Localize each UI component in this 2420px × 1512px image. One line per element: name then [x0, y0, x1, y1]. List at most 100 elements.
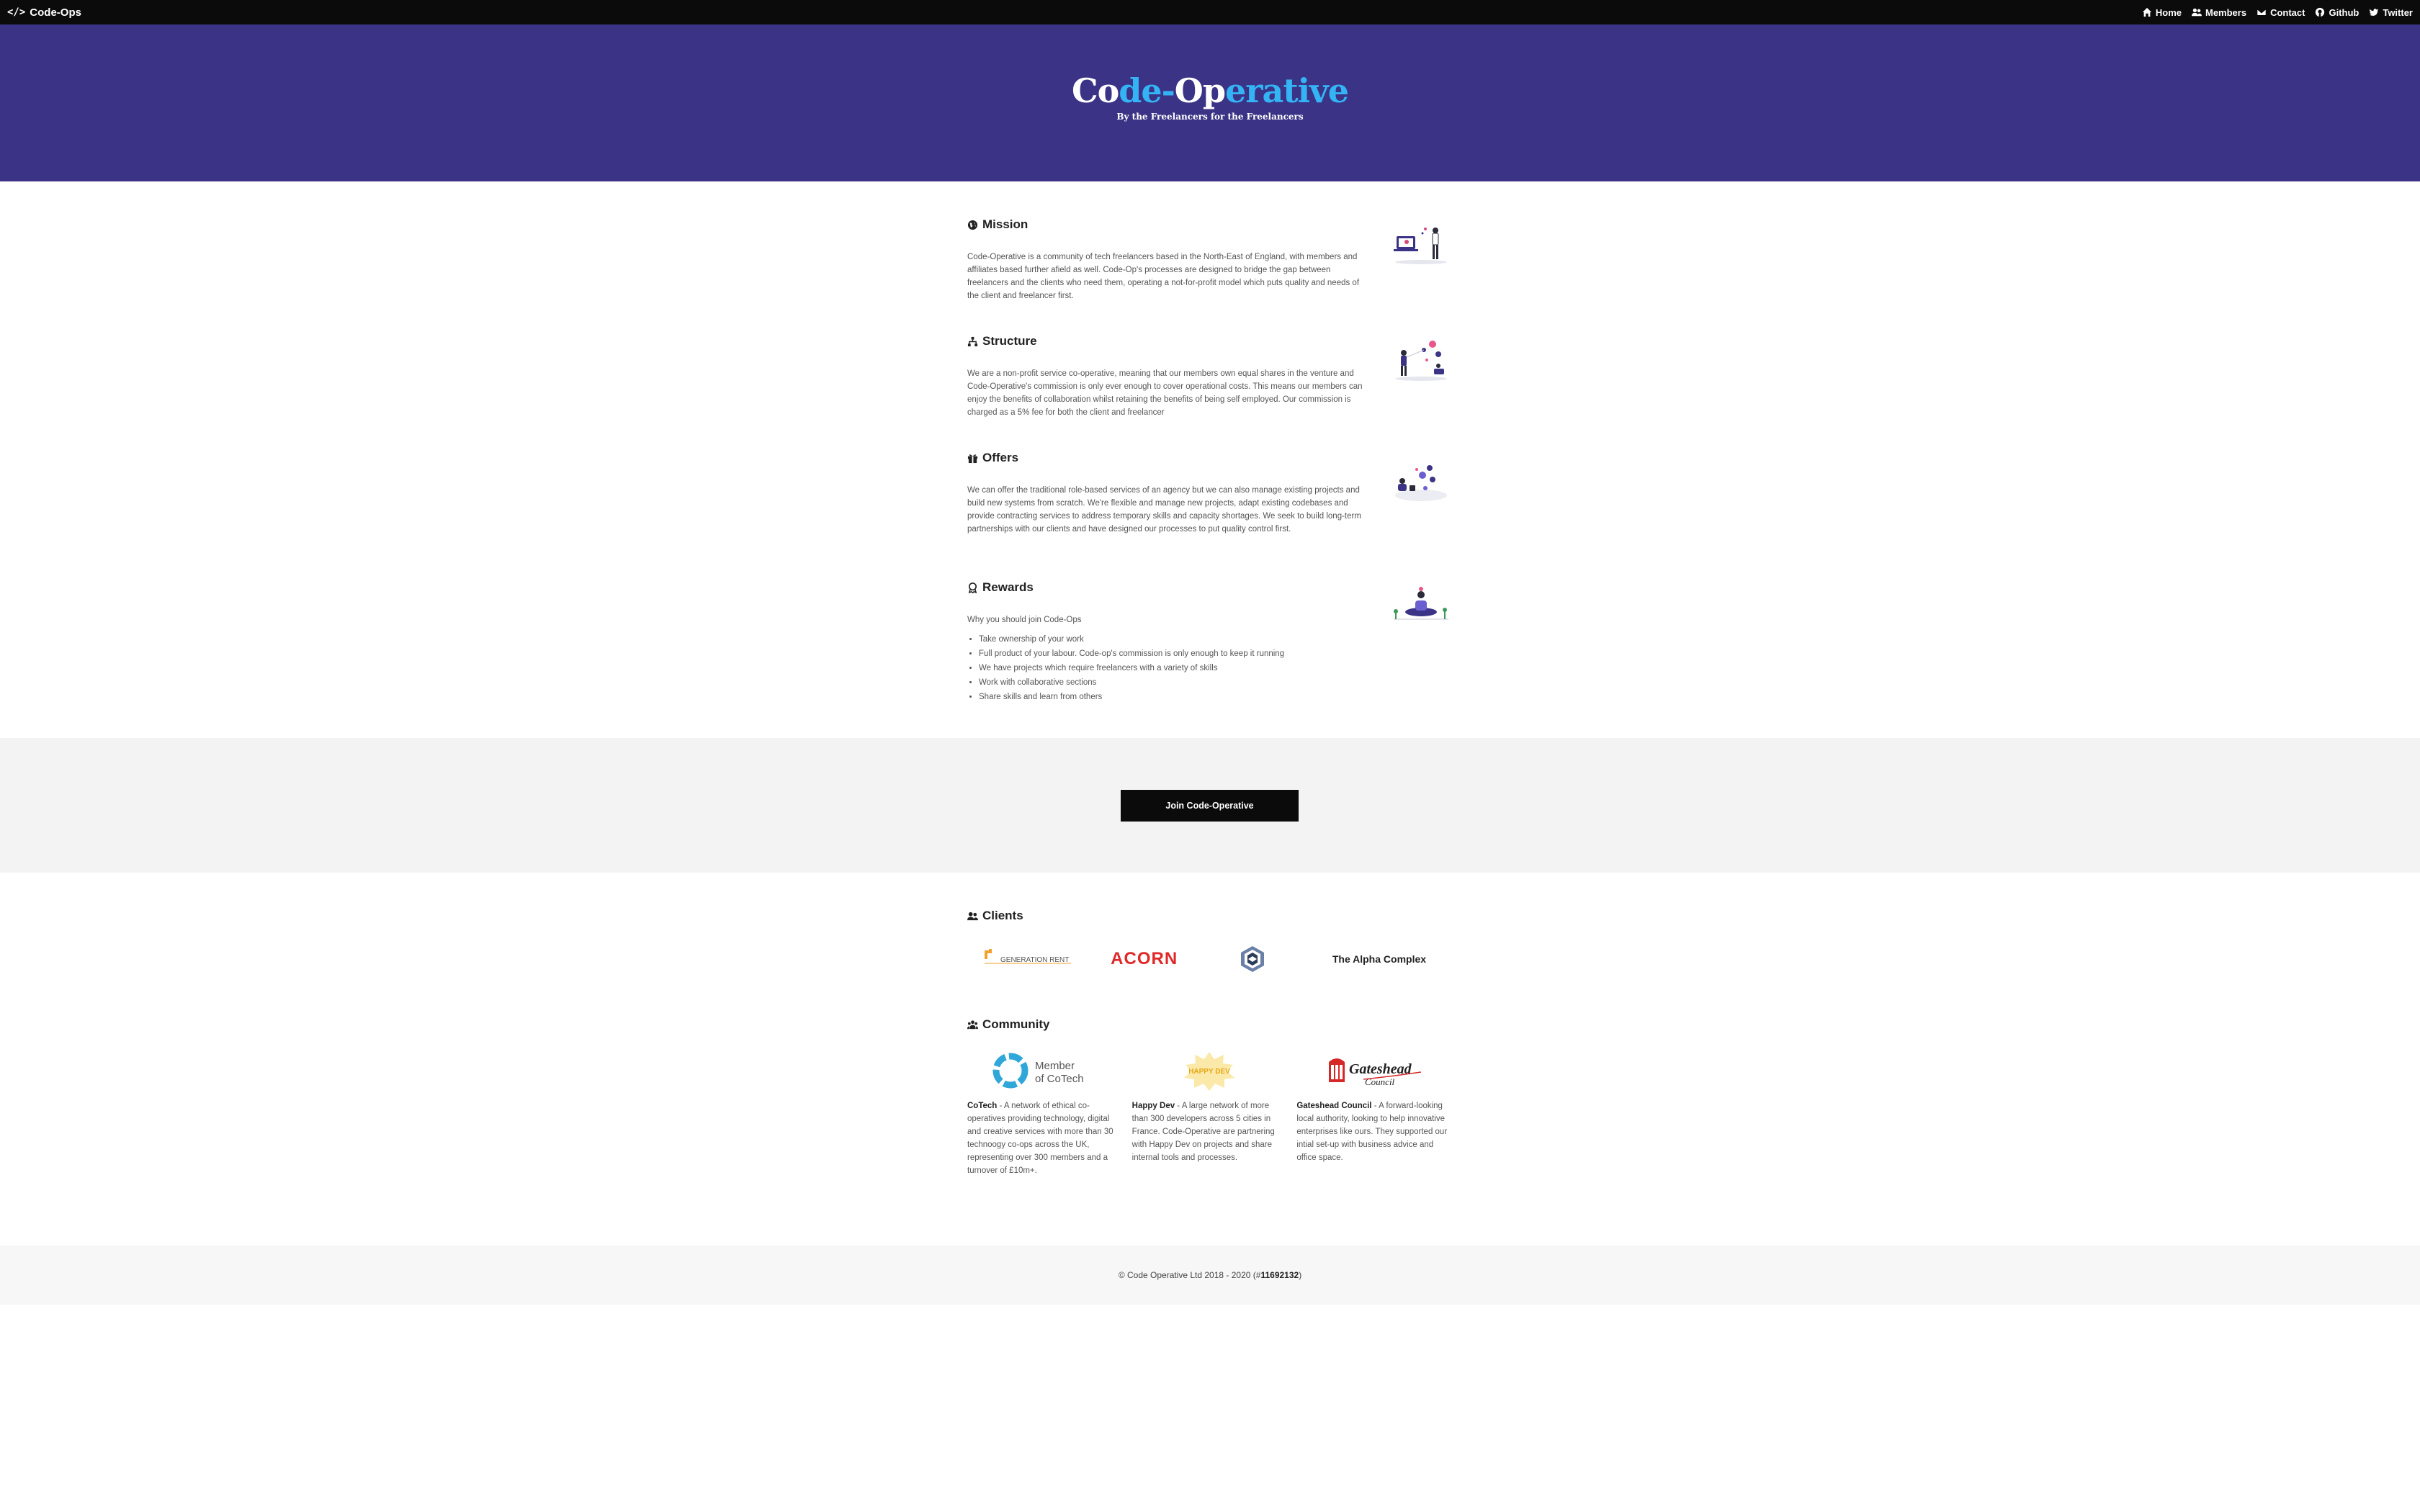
hero-banner: Code-Operative By the Freelancers for th…: [0, 24, 2420, 181]
rewards-illustration: [1394, 587, 1448, 620]
alpha-complex-text: The Alpha Complex: [1332, 953, 1427, 965]
twitter-icon: [2370, 9, 2379, 16]
structure-heading-label: Structure: [982, 334, 1037, 348]
alpha-complex-logo[interactable]: The Alpha Complex: [1322, 945, 1437, 973]
rewards-list: Take ownership of your work Full product…: [967, 632, 1451, 704]
nav-contact[interactable]: Contact: [2257, 7, 2305, 18]
structure-section: Structure We are a non-profit service co…: [967, 334, 1451, 419]
gateshead-logo[interactable]: Gateshead Council: [1296, 1049, 1451, 1092]
happydev-text: - A large network of more than 300 devel…: [1131, 1102, 1275, 1162]
community-item-gateshead: Gateshead Council Gateshead Council - A …: [1296, 1049, 1451, 1177]
site-tagline: By the Freelancers for the Freelancers: [1116, 112, 1304, 122]
mission-illustration: [1394, 228, 1447, 264]
structure-illustration: [1395, 341, 1447, 381]
title-part-op: Op: [1174, 71, 1226, 110]
happydev-logo-mark: HAPPY DEV: [1184, 1052, 1234, 1091]
users-icon: [2191, 8, 2202, 17]
nav-twitter[interactable]: Twitter: [2369, 7, 2413, 18]
nav-github[interactable]: Github: [2315, 7, 2359, 18]
cotech-logo-mark: Member of CoTech: [992, 1053, 1084, 1089]
nav-links: Home Members Contact Github Twitter: [2142, 7, 2413, 18]
happydev-logo-text: HAPPY DEV: [1188, 1068, 1230, 1076]
cotech-logo-line2: of CoTech: [1035, 1073, 1084, 1085]
title-part-co: Co: [1071, 71, 1119, 110]
happydev-logo[interactable]: HAPPY DEV: [1132, 1049, 1287, 1092]
mission-heading-label: Mission: [982, 217, 1028, 231]
cotech-logo-line1: Member: [1035, 1060, 1075, 1072]
mission-section: Mission Code-Operative is a community of…: [967, 217, 1451, 302]
shield-client-logo[interactable]: [1213, 945, 1292, 973]
list-item: Full product of your labour. Code-op's c…: [979, 647, 1451, 661]
home-icon: [2142, 7, 2151, 17]
award-icon: [968, 582, 977, 593]
offers-heading-label: Offers: [982, 451, 1019, 464]
envelope-icon: [2257, 9, 2267, 16]
footer: © Code Operative Ltd 2018 - 2020 (# 11692…: [0, 1246, 2420, 1305]
happydev-name: Happy Dev: [1131, 1102, 1175, 1110]
clients-section: Clients GENERATION RENT ACORN The Alpha …: [967, 909, 1451, 973]
offers-heading: Offers: [967, 451, 1451, 465]
happydev-description: Happy Dev - A large network of more than…: [1132, 1099, 1287, 1164]
generation-rent-logo[interactable]: GENERATION RENT: [982, 945, 1075, 973]
rewards-heading: Rewards: [967, 580, 1451, 595]
cotech-name: CoTech: [967, 1102, 998, 1110]
nav-home[interactable]: Home: [2142, 7, 2182, 18]
users-icon: [967, 912, 978, 920]
site-title: Code-Operative: [1071, 71, 1349, 110]
community-section: Community Member of CoTech CoTech - A ne…: [967, 1017, 1451, 1177]
nav-home-label: Home: [2155, 6, 2182, 18]
list-item: We have projects which require freelance…: [979, 661, 1451, 675]
generation-rent-text: GENERATION RENT: [1000, 956, 1069, 964]
list-item: Share skills and learn from others: [979, 690, 1451, 704]
clients-heading-label: Clients: [982, 909, 1023, 922]
gateshead-logo-mark: Gateshead Council: [1328, 1058, 1421, 1087]
mission-heading: Mission: [967, 217, 1451, 232]
brand-label: Code-Ops: [30, 6, 81, 19]
globe-icon: [967, 220, 978, 230]
footer-close: ): [1299, 1270, 1302, 1280]
structure-heading: Structure: [967, 334, 1451, 348]
cotech-text: - A network of ethical co-operatives pro…: [967, 1102, 1113, 1175]
brand-link[interactable]: </> Code-Ops: [7, 6, 81, 19]
nav-twitter-label: Twitter: [2383, 6, 2413, 18]
community-item-happydev: HAPPY DEV Happy Dev - A large network of…: [1132, 1049, 1287, 1177]
structure-text: We are a non-profit service co-operative…: [967, 369, 1363, 417]
cotech-description: CoTech - A network of ethical co-operati…: [967, 1099, 1122, 1177]
nav-members[interactable]: Members: [2191, 6, 2247, 18]
join-button[interactable]: Join Code-Operative: [1121, 790, 1299, 822]
community-item-cotech: Member of CoTech CoTech - A network of e…: [967, 1049, 1122, 1177]
acorn-logo[interactable]: ACORN: [1105, 945, 1184, 973]
code-icon: </>: [7, 6, 26, 18]
rewards-intro: Why you should join Code-Ops: [967, 616, 1082, 624]
users-icon: [967, 1020, 978, 1029]
nav-github-label: Github: [2329, 6, 2360, 18]
community-heading-label: Community: [982, 1017, 1050, 1031]
offers-text: We can offer the traditional role-based …: [967, 486, 1361, 534]
community-grid: Member of CoTech CoTech - A network of e…: [967, 1049, 1451, 1177]
acorn-text: ACORN: [1111, 949, 1178, 968]
list-item: Take ownership of your work: [979, 632, 1451, 647]
gift-icon: [967, 454, 978, 463]
gateshead-text: - A forward-looking local authority, loo…: [1296, 1102, 1448, 1162]
hexagon-shield-icon: [1241, 946, 1265, 972]
nav-contact-label: Contact: [2270, 6, 2305, 18]
client-logos: GENERATION RENT ACORN The Alpha Complex: [967, 945, 1451, 973]
rewards-section: Rewards Why you should join Code-Ops Tak…: [967, 580, 1451, 704]
sitemap-icon: [967, 336, 978, 346]
gateshead-name: Gateshead Council: [1296, 1102, 1372, 1110]
nav-members-label: Members: [2205, 6, 2247, 18]
clients-heading: Clients: [967, 909, 1451, 923]
footer-copyright: © Code Operative Ltd 2018 - 2020 (#: [1118, 1270, 1261, 1280]
offers-illustration: [1395, 465, 1447, 501]
gateshead-description: Gateshead Council - A forward-looking lo…: [1296, 1099, 1451, 1164]
github-icon: [2316, 7, 2325, 17]
generation-rent-mark-icon: GENERATION RENT: [985, 949, 1071, 964]
mission-text: Code-Operative is a community of tech fr…: [967, 253, 1360, 300]
cotech-logo[interactable]: Member of CoTech: [967, 1049, 1122, 1092]
rewards-heading-label: Rewards: [982, 580, 1034, 594]
top-navbar: </> Code-Ops Home Members Contact Github…: [0, 0, 2420, 24]
company-number-link[interactable]: 11692132: [1260, 1270, 1299, 1280]
title-part-de: de-: [1119, 71, 1175, 110]
title-part-erative: erative: [1225, 71, 1349, 110]
offers-section: Offers We can offer the traditional role…: [967, 451, 1451, 536]
